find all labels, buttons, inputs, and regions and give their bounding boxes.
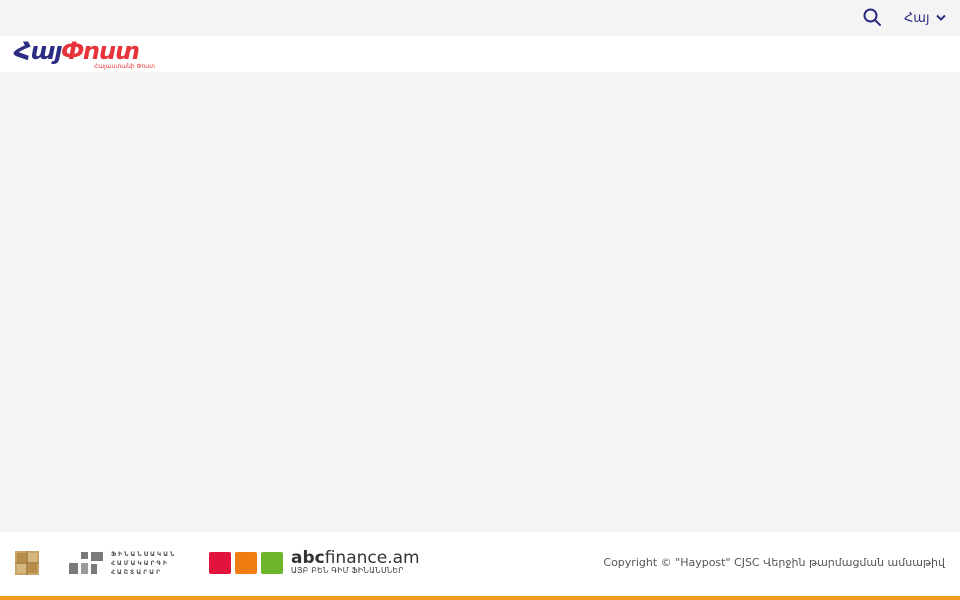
haypost-logo[interactable]: ՀայՓոստ Հայաստանի Փոստ	[14, 37, 164, 71]
abcfinance-tagline: ԱՅԲ ԲԵՆ ԳԻՄ ՖԻՆԱՆՍՆԵՐ	[291, 566, 404, 575]
copyright-text: Copyright © "Haypost" CJSC Վերջին թարմաց…	[603, 556, 945, 569]
site-header: ՀայՓոստ Հայաստանի Փոստ	[0, 36, 960, 72]
seal-icon	[15, 551, 39, 575]
language-selector[interactable]: Հայ	[904, 8, 946, 28]
partner-logo-1[interactable]	[15, 551, 39, 575]
abc-orange-square	[235, 552, 257, 574]
abc-green-square	[261, 552, 283, 574]
main-content	[0, 72, 960, 532]
language-label: Հայ	[904, 10, 930, 26]
search-icon	[863, 8, 881, 26]
top-bar: Հայ	[0, 0, 960, 36]
chevron-down-icon	[935, 14, 946, 21]
partner-logo-abcfinance[interactable]: abcfinance.am ԱՅԲ ԲԵՆ ԳԻՄ ՖԻՆԱՆՍՆԵՐ	[209, 548, 420, 578]
logo-subtitle: Հայաստանի Փոստ	[94, 63, 155, 70]
footer-accent-bar	[0, 596, 960, 600]
abcfinance-name: abcfinance.am	[291, 548, 420, 568]
site-footer: ՖԻՆԱՆՍԱԿԱՆ ՀԱՄԱԿԱՐԳԻ ՀԱՇՏԱՐԱՐ abcfinance…	[0, 532, 960, 596]
abc-red-square	[209, 552, 231, 574]
mediator-mark-icon	[69, 552, 103, 574]
partner-logo-financial-system-mediator[interactable]: ՖԻՆԱՆՍԱԿԱՆ ՀԱՄԱԿԱՐԳԻ ՀԱՇՏԱՐԱՐ	[69, 551, 184, 577]
logo-wordmark: ՀայՓոստ	[14, 37, 140, 65]
search-button[interactable]	[862, 7, 882, 27]
